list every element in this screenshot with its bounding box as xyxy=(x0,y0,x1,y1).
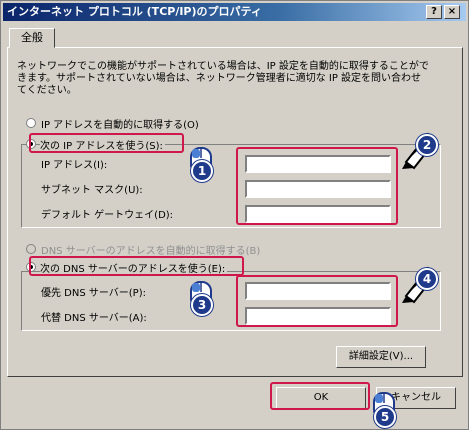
ip-auto-radio[interactable] xyxy=(26,118,36,128)
default-gateway-field[interactable] xyxy=(245,205,391,223)
ip-manual-label: 次の IP アドレスを使う(S): xyxy=(40,137,165,152)
preferred-dns-label: 優先 DNS サーバー(P): xyxy=(41,288,146,299)
step-4-badge: 4 xyxy=(416,268,438,290)
default-gateway-label: デフォルト ゲートウェイ(D): xyxy=(41,210,174,221)
alternate-dns-label: 代替 DNS サーバー(A): xyxy=(41,313,147,324)
window-title: インターネット プロトコル (TCP/IP)のプロパティ xyxy=(7,5,262,18)
tab-general[interactable]: 全般 xyxy=(9,28,55,48)
dns-manual-radio[interactable] xyxy=(26,262,36,272)
help-button[interactable]: ? xyxy=(426,5,442,19)
subnet-mask-label: サブネット マスク(U): xyxy=(41,185,143,196)
dns-auto-radio[interactable] xyxy=(26,244,36,254)
preferred-dns-field[interactable] xyxy=(245,282,391,300)
ip-manual-radio[interactable] xyxy=(26,139,36,149)
dns-auto-label: DNS サーバーのアドレスを自動的に取得する(B) xyxy=(41,246,261,257)
ip-auto-label: IP アドレスを自動的に取得する(O) xyxy=(41,120,199,131)
step-1-badge: 1 xyxy=(191,160,213,182)
description-text: ネットワークでこの機能がサポートされている場合は、IP 設定を自動的に取得するこ… xyxy=(17,61,429,96)
step-2-badge: 2 xyxy=(416,134,438,156)
step-5-badge: 5 xyxy=(374,406,396,428)
close-button[interactable]: × xyxy=(444,5,460,19)
alternate-dns-field[interactable] xyxy=(245,307,391,325)
ok-button[interactable]: OK xyxy=(276,387,366,409)
ip-address-field[interactable] xyxy=(245,155,391,173)
advanced-button[interactable]: 詳細設定(V)... xyxy=(336,346,426,368)
dns-manual-label: 次の DNS サーバーのアドレスを使う(E): xyxy=(40,260,228,275)
step-3-badge: 3 xyxy=(191,294,213,316)
title-bar: インターネット プロトコル (TCP/IP)のプロパティ xyxy=(3,3,466,21)
dialog-window: インターネット プロトコル (TCP/IP)のプロパティ ? × 全般 ネットワ… xyxy=(0,0,469,430)
ip-address-label: IP アドレス(I): xyxy=(41,160,108,171)
subnet-mask-field[interactable] xyxy=(245,180,391,198)
